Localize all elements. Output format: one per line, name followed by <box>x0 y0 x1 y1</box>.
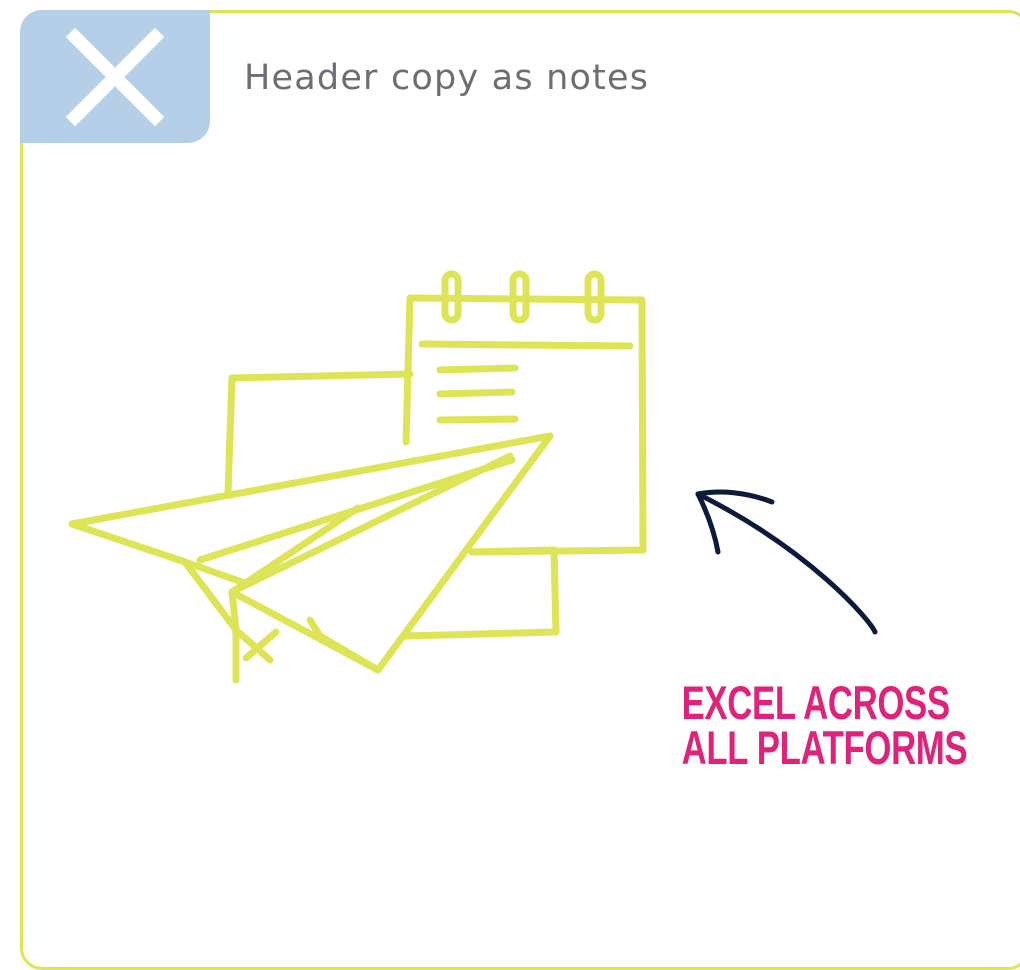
close-icon <box>65 27 165 126</box>
callout-line-1: EXCEL ACROSS <box>681 676 950 729</box>
callout-line-2: ALL PLATFORMS <box>681 721 968 774</box>
header-title: Header copy as notes <box>244 58 650 98</box>
callout-text: EXCEL ACROSS ALL PLATFORMS <box>681 676 968 774</box>
paper-plane-calendar-icon <box>68 270 647 684</box>
curved-arrow-icon <box>695 489 878 635</box>
close-button[interactable] <box>20 10 210 143</box>
